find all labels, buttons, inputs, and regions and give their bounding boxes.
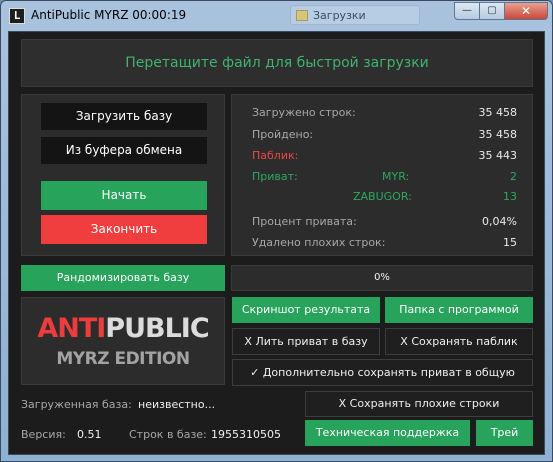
app-window: L AntiPublic MYRZ 00:00:19 Загрузки — ▢ … bbox=[0, 0, 553, 462]
minimize-button[interactable]: — bbox=[454, 2, 480, 20]
save-bad-lines-toggle[interactable]: X Сохранять плохие строки bbox=[305, 391, 533, 417]
logo-wordmark: ANTIPUBLIC bbox=[22, 313, 224, 344]
myr-value: 2 bbox=[510, 170, 517, 183]
from-clipboard-button[interactable]: Из буфера обмена bbox=[41, 137, 207, 164]
start-button[interactable]: Начать bbox=[41, 181, 207, 210]
passed-label: Пройдено: bbox=[252, 128, 314, 141]
close-button[interactable]: ✕ bbox=[505, 2, 548, 20]
private-percent-label: Процент привата: bbox=[252, 215, 357, 228]
loaded-rows-value: 35 458 bbox=[478, 106, 518, 119]
bad-removed-value: 15 bbox=[503, 236, 517, 249]
save-public-toggle[interactable]: X Сохранять паблик bbox=[385, 328, 533, 355]
myr-label: MYR: bbox=[382, 170, 410, 183]
file-drop-zone[interactable]: Перетащите файл для быстрой загрузки bbox=[21, 39, 533, 87]
tech-support-button[interactable]: Техническая поддержка bbox=[305, 420, 470, 446]
load-base-button[interactable]: Загрузить базу bbox=[41, 103, 207, 130]
stats-panel: Загружено строк: 35 458 Пройдено: 35 458… bbox=[231, 94, 533, 256]
app-icon: L bbox=[9, 8, 25, 24]
window-title: AntiPublic MYRZ 00:00:19 bbox=[31, 8, 187, 22]
loaded-rows-label: Загружено строк: bbox=[252, 106, 356, 119]
bad-removed-label: Удалено плохих строк: bbox=[252, 236, 386, 249]
randomize-base-button[interactable]: Рандомизировать базу bbox=[21, 265, 225, 291]
control-panel: Загрузить базу Из буфера обмена Начать З… bbox=[21, 94, 225, 256]
pour-private-toggle[interactable]: X Лить приват в базу bbox=[232, 328, 380, 355]
logo-anti: ANTI bbox=[37, 313, 106, 344]
logo-edition: MYRZ EDITION bbox=[56, 349, 190, 369]
program-folder-button[interactable]: Папка с программой bbox=[385, 297, 533, 323]
background-window-tab[interactable]: Загрузки bbox=[290, 5, 420, 25]
passed-value: 35 458 bbox=[478, 128, 518, 141]
zabugor-value: 13 bbox=[503, 190, 517, 203]
logo: ANTIPUBLIC MYRZ EDITION bbox=[21, 297, 225, 385]
rows-in-base-value: 1955310505 bbox=[211, 428, 281, 441]
public-label: Паблик: bbox=[252, 149, 299, 162]
logo-public: PUBLIC bbox=[105, 313, 209, 344]
main-client-area: Перетащите файл для быстрой загрузки Заг… bbox=[8, 31, 545, 455]
private-percent-value: 0,04% bbox=[482, 215, 517, 228]
version-value: 0.51 bbox=[77, 428, 102, 441]
loaded-base-value: неизвестно... bbox=[138, 398, 216, 411]
save-private-common-toggle[interactable]: ✓ Дополнительно сохранять приват в общую… bbox=[232, 359, 533, 404]
rows-in-base-label: Строк в базе: bbox=[129, 428, 207, 441]
finish-button[interactable]: Закончить bbox=[41, 215, 207, 244]
maximize-button[interactable]: ▢ bbox=[480, 2, 505, 20]
screenshot-button[interactable]: Скриншот результата bbox=[232, 297, 380, 323]
tray-button[interactable]: Трей bbox=[476, 420, 533, 446]
background-tab-label: Загрузки bbox=[313, 9, 366, 22]
loaded-base-label: Загруженная база: bbox=[21, 398, 132, 411]
public-value: 35 443 bbox=[478, 149, 518, 162]
progress-bar: 0% bbox=[231, 265, 533, 291]
version-label: Версия: bbox=[21, 428, 66, 441]
zabugor-label: ZABUGOR: bbox=[353, 190, 412, 203]
window-controls: — ▢ ✕ bbox=[454, 2, 548, 20]
title-bar[interactable]: L AntiPublic MYRZ 00:00:19 Загрузки — ▢ … bbox=[1, 1, 552, 31]
private-label: Приват: bbox=[252, 170, 298, 183]
